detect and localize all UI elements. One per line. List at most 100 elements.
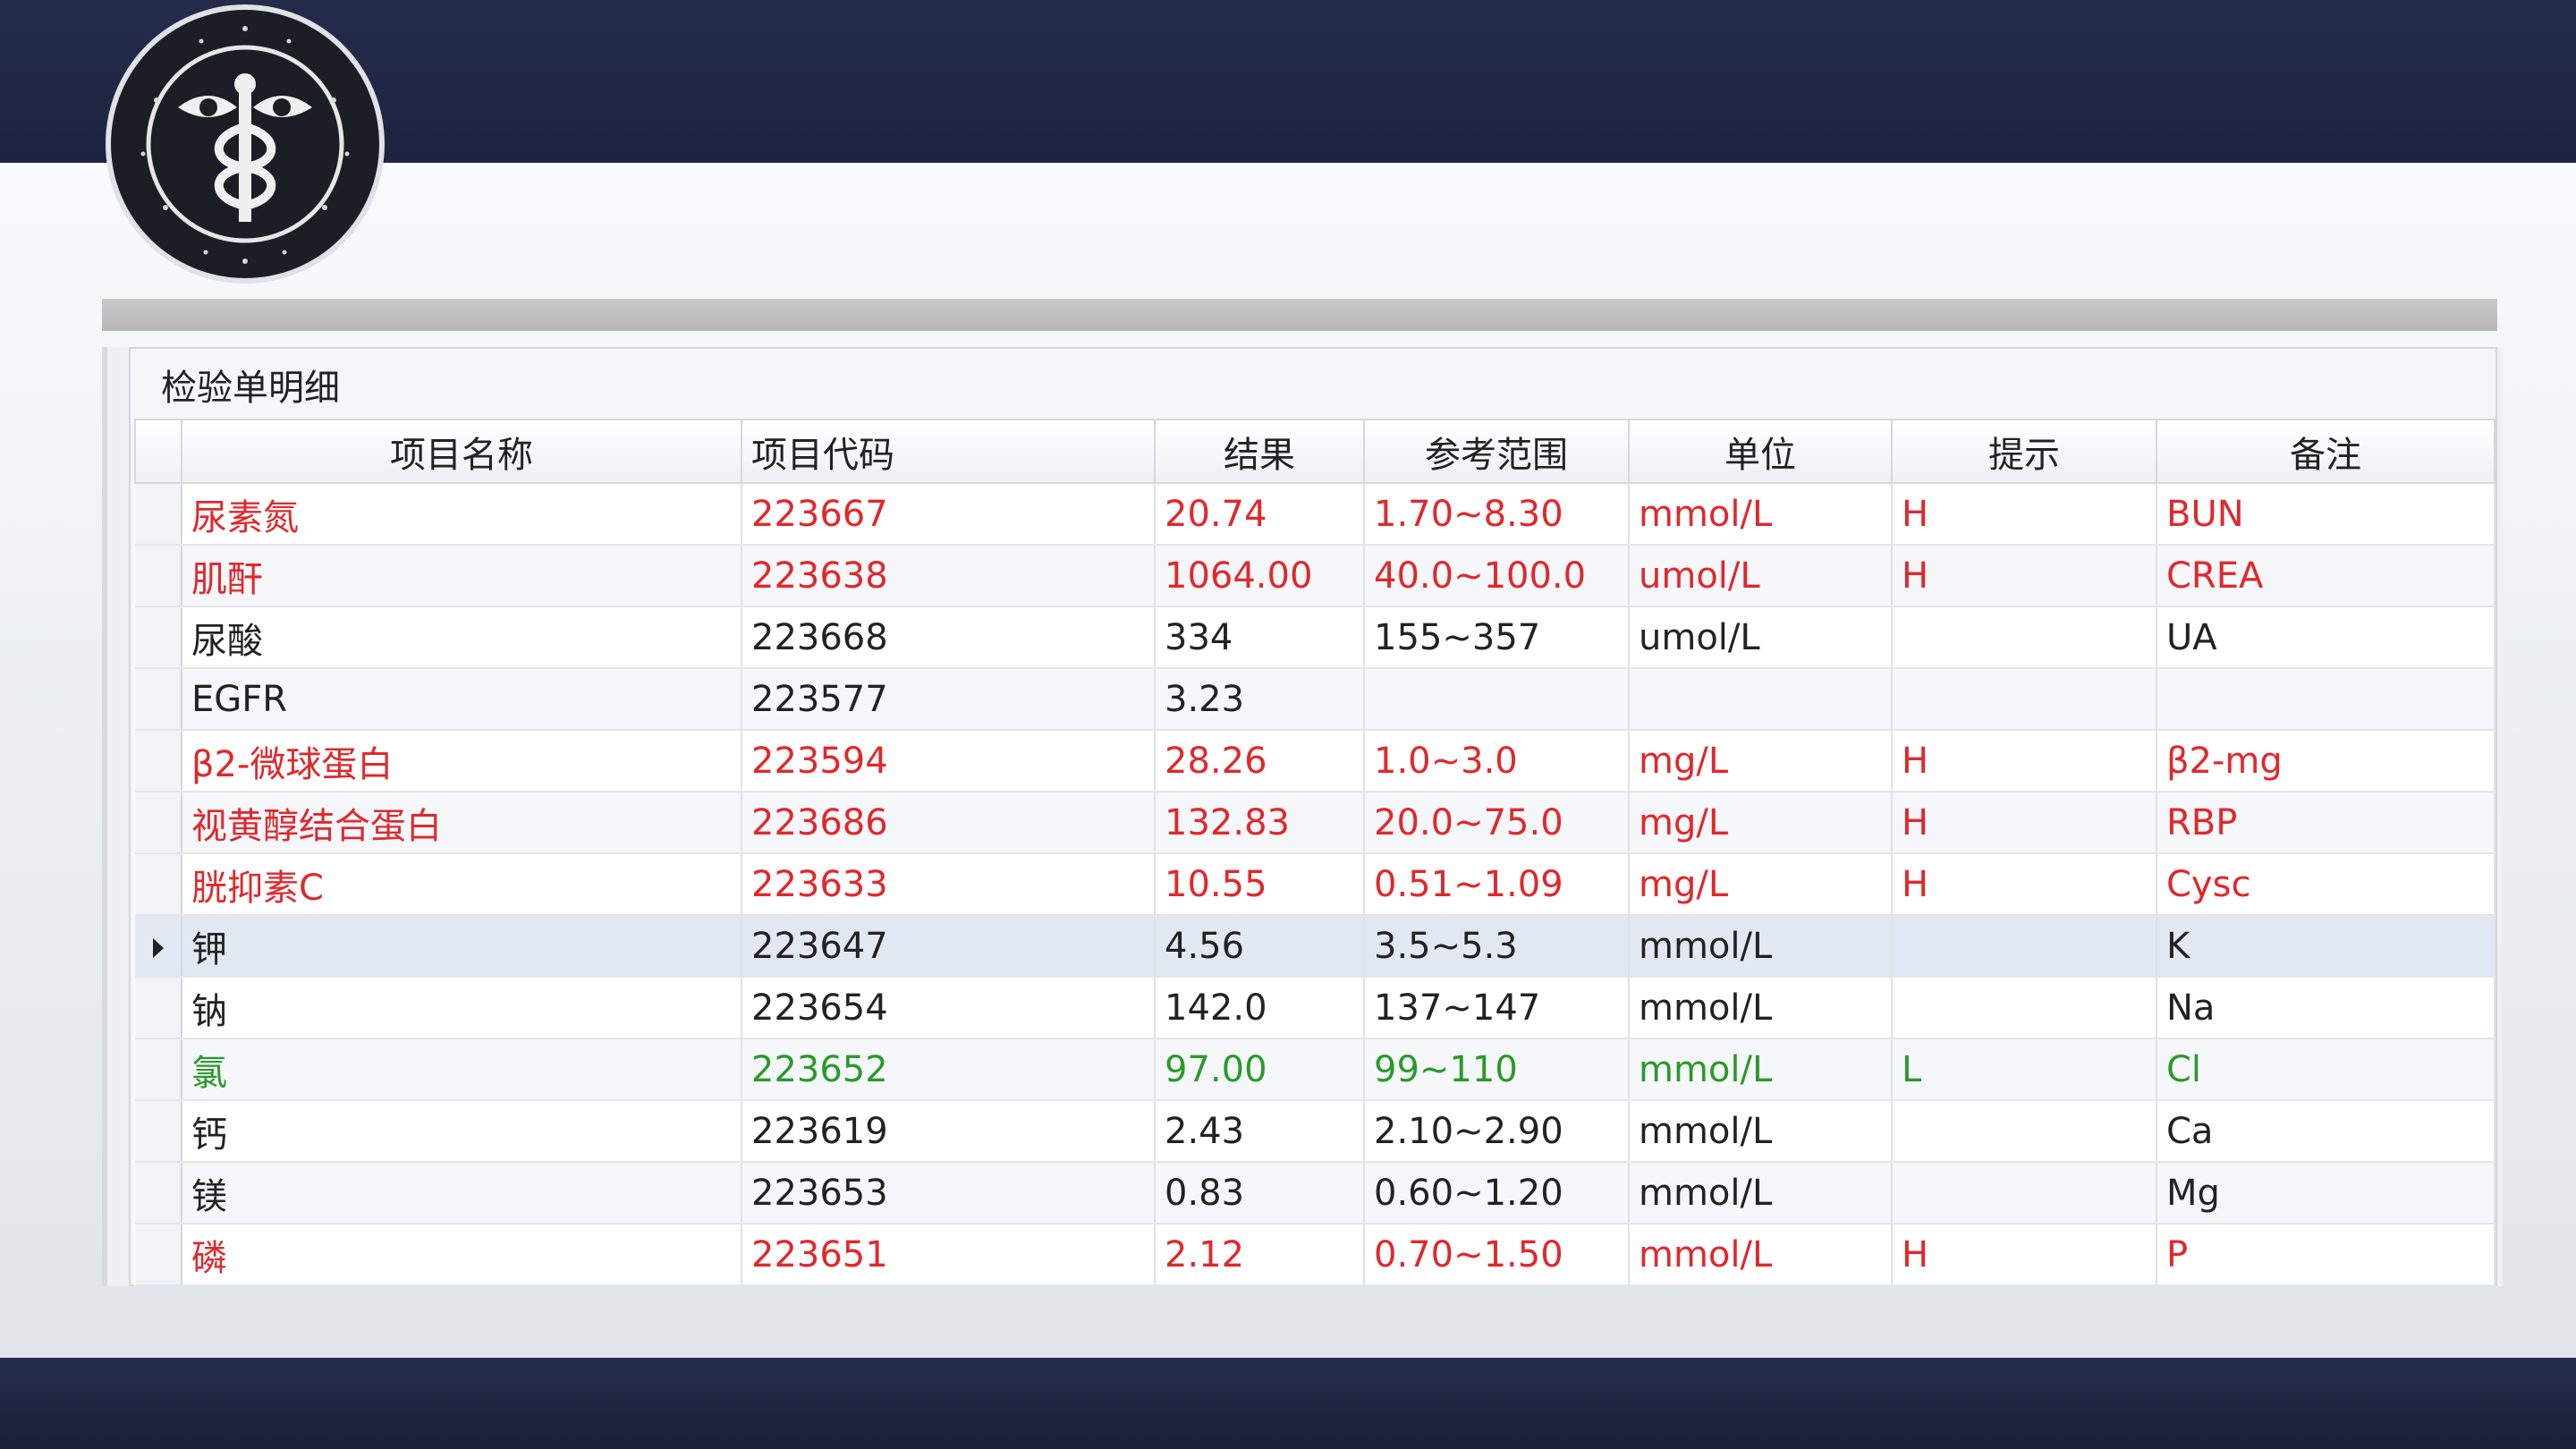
row-indicator[interactable] <box>135 730 182 792</box>
reference-range-cell[interactable]: 20.0~75.0 <box>1364 792 1630 854</box>
result-cell[interactable]: 20.74 <box>1155 483 1365 546</box>
result-cell[interactable]: 10.55 <box>1155 853 1365 916</box>
item-name-cell[interactable]: 肌酐 <box>182 545 742 607</box>
row-indicator[interactable] <box>135 1162 182 1224</box>
note-cell[interactable]: UA <box>2157 606 2496 669</box>
row-indicator[interactable] <box>135 1224 182 1286</box>
item-code-cell[interactable]: 223653 <box>741 1162 1156 1224</box>
flag-cell[interactable]: H <box>1892 483 2157 546</box>
reference-range-cell[interactable]: 0.51~1.09 <box>1364 853 1630 916</box>
flag-cell[interactable]: H <box>1892 853 2157 916</box>
unit-cell[interactable] <box>1629 668 1893 731</box>
flag-cell[interactable] <box>1892 668 2157 731</box>
note-cell[interactable]: BUN <box>2157 483 2496 546</box>
result-cell[interactable]: 97.00 <box>1155 1038 1365 1101</box>
item-name-cell[interactable]: 尿素氮 <box>182 483 742 546</box>
unit-cell[interactable]: mg/L <box>1629 730 1893 792</box>
lab-results-grid[interactable]: 项目名称 项目代码 结果 参考范围 单位 提示 备注 尿素氮 223667 20.7… <box>134 419 2496 1286</box>
item-code-cell[interactable]: 223686 <box>741 792 1156 854</box>
table-row[interactable]: 胱抑素C 223633 10.55 0.51~1.09 mg/L H Cysc <box>135 853 2496 916</box>
row-indicator[interactable] <box>135 668 182 731</box>
item-name-cell[interactable]: 钠 <box>182 977 742 1039</box>
note-cell[interactable]: Cysc <box>2157 853 2496 916</box>
item-code-cell[interactable]: 223647 <box>741 915 1156 978</box>
item-code-cell[interactable]: 223619 <box>741 1100 1156 1163</box>
note-cell[interactable]: CREA <box>2157 545 2496 607</box>
item-name-cell[interactable]: 尿酸 <box>182 606 742 669</box>
table-row[interactable]: 视黄醇结合蛋白 223686 132.83 20.0~75.0 mg/L H RBP <box>135 792 2496 854</box>
note-cell[interactable]: P <box>2157 1224 2496 1286</box>
reference-range-cell[interactable] <box>1364 668 1630 731</box>
note-cell[interactable]: Ca <box>2157 1100 2496 1163</box>
table-row[interactable]: 尿素氮 223667 20.74 1.70~8.30 mmol/L H BUN <box>135 483 2496 546</box>
item-code-cell[interactable]: 223577 <box>741 668 1156 731</box>
table-row[interactable]: EGFR 223577 3.23 <box>135 668 2496 731</box>
note-cell[interactable]: Cl <box>2157 1038 2496 1101</box>
item-name-cell[interactable]: 钙 <box>182 1100 742 1163</box>
flag-cell[interactable]: H <box>1892 545 2157 607</box>
flag-cell[interactable]: H <box>1892 792 2157 854</box>
column-header-flag[interactable]: 提示 <box>1891 419 2157 484</box>
flag-cell[interactable]: L <box>1892 1038 2157 1101</box>
flag-cell[interactable]: H <box>1892 1224 2157 1286</box>
table-row[interactable]: 磷 223651 2.12 0.70~1.50 mmol/L H P <box>135 1224 2496 1286</box>
column-header-item-name[interactable]: 项目名称 <box>181 419 742 484</box>
row-indicator[interactable] <box>135 1100 182 1163</box>
table-row[interactable]: 肌酐 223638 1064.00 40.0~100.0 umol/L H CREA <box>135 545 2496 607</box>
table-row[interactable]: 钙 223619 2.43 2.10~2.90 mmol/L Ca <box>135 1100 2496 1163</box>
table-row[interactable]: 钾 223647 4.56 3.5~5.3 mmol/L K <box>135 915 2496 978</box>
unit-cell[interactable]: mmol/L <box>1629 977 1893 1039</box>
table-row[interactable]: 氯 223652 97.00 99~110 mmol/L L Cl <box>135 1038 2496 1101</box>
item-name-cell[interactable]: 氯 <box>182 1038 742 1101</box>
result-cell[interactable]: 132.83 <box>1155 792 1365 854</box>
item-code-cell[interactable]: 223652 <box>741 1038 1156 1101</box>
item-code-cell[interactable]: 223594 <box>741 730 1156 792</box>
item-name-cell[interactable]: 视黄醇结合蛋白 <box>182 792 742 854</box>
table-row[interactable]: 钠 223654 142.0 137~147 mmol/L Na <box>135 977 2496 1039</box>
flag-cell[interactable] <box>1892 915 2157 978</box>
row-indicator[interactable] <box>135 792 182 854</box>
item-name-cell[interactable]: β2-微球蛋白 <box>182 730 742 792</box>
row-indicator[interactable] <box>135 483 182 546</box>
reference-range-cell[interactable]: 99~110 <box>1364 1038 1630 1101</box>
column-header-note[interactable]: 备注 <box>2156 419 2496 484</box>
unit-cell[interactable]: mg/L <box>1629 853 1893 916</box>
reference-range-cell[interactable]: 1.0~3.0 <box>1364 730 1630 792</box>
reference-range-cell[interactable]: 1.70~8.30 <box>1364 483 1630 546</box>
result-cell[interactable]: 1064.00 <box>1155 545 1365 607</box>
unit-cell[interactable]: umol/L <box>1629 606 1893 669</box>
item-code-cell[interactable]: 223633 <box>741 853 1156 916</box>
row-indicator[interactable] <box>135 545 182 607</box>
reference-range-cell[interactable]: 3.5~5.3 <box>1364 915 1630 978</box>
unit-cell[interactable]: mmol/L <box>1629 1100 1893 1163</box>
column-header-reference-range[interactable]: 参考范围 <box>1363 419 1630 484</box>
unit-cell[interactable]: mmol/L <box>1629 1224 1893 1286</box>
unit-cell[interactable]: mg/L <box>1629 792 1893 854</box>
result-cell[interactable]: 142.0 <box>1155 977 1365 1039</box>
note-cell[interactable]: K <box>2157 915 2496 978</box>
row-indicator[interactable] <box>135 977 182 1039</box>
unit-cell[interactable]: mmol/L <box>1629 1038 1893 1101</box>
result-cell[interactable]: 4.56 <box>1155 915 1365 978</box>
flag-cell[interactable] <box>1892 977 2157 1039</box>
flag-cell[interactable] <box>1892 606 2157 669</box>
reference-range-cell[interactable]: 2.10~2.90 <box>1364 1100 1630 1163</box>
item-name-cell[interactable]: 钾 <box>182 915 742 978</box>
result-cell[interactable]: 2.12 <box>1155 1224 1365 1286</box>
item-code-cell[interactable]: 223638 <box>741 545 1156 607</box>
note-cell[interactable] <box>2157 668 2496 731</box>
unit-cell[interactable]: mmol/L <box>1629 483 1893 546</box>
column-header-unit[interactable]: 单位 <box>1628 419 1893 484</box>
result-cell[interactable]: 28.26 <box>1155 730 1365 792</box>
table-row[interactable]: 镁 223653 0.83 0.60~1.20 mmol/L Mg <box>135 1162 2496 1224</box>
result-cell[interactable]: 2.43 <box>1155 1100 1365 1163</box>
result-cell[interactable]: 334 <box>1155 606 1365 669</box>
flag-cell[interactable] <box>1892 1100 2157 1163</box>
row-indicator[interactable] <box>135 1038 182 1101</box>
item-code-cell[interactable]: 223667 <box>741 483 1156 546</box>
result-cell[interactable]: 0.83 <box>1155 1162 1365 1224</box>
result-cell[interactable]: 3.23 <box>1155 668 1365 731</box>
flag-cell[interactable]: H <box>1892 730 2157 792</box>
column-header-item-code[interactable]: 项目代码 <box>741 419 1156 484</box>
row-indicator[interactable] <box>135 915 182 978</box>
